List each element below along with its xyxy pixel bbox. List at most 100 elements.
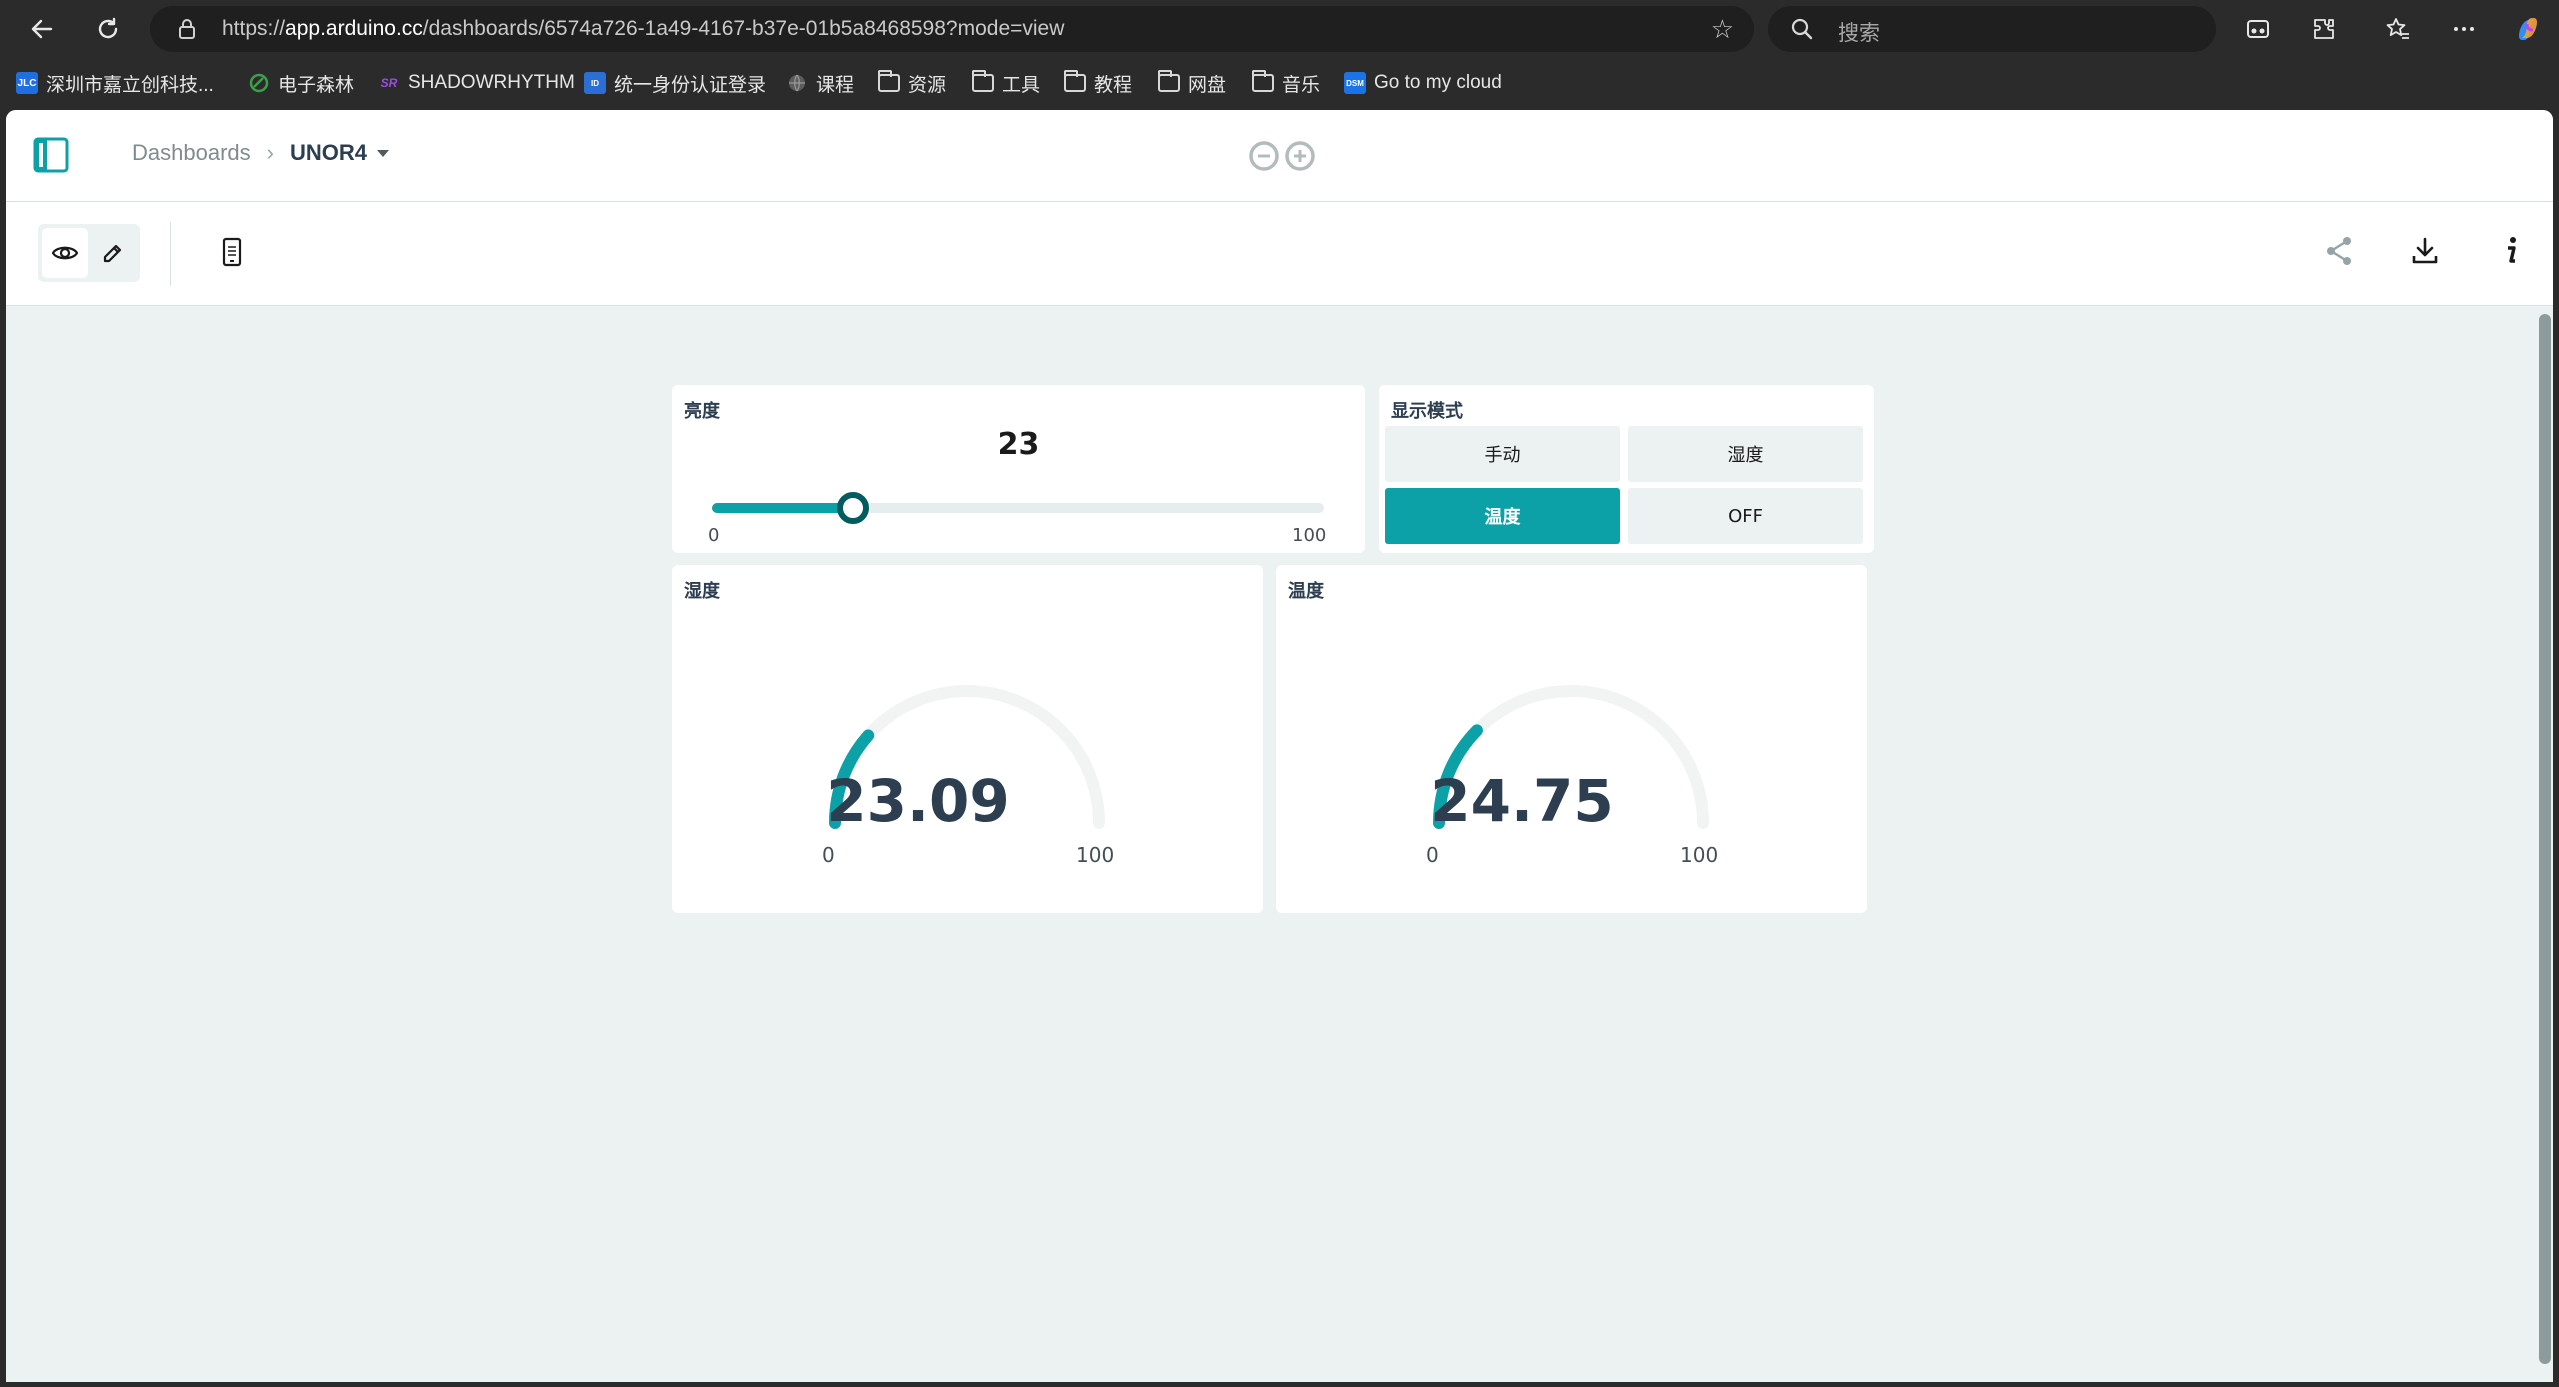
bookmark-label: 音乐	[1282, 74, 1321, 96]
slider-track[interactable]	[712, 492, 1324, 524]
info-button[interactable]	[2490, 230, 2532, 272]
dsm-logo-icon: DSM	[1344, 72, 1366, 94]
share-button[interactable]	[2318, 230, 2360, 272]
jlc-logo-icon: JLC	[16, 72, 38, 94]
bookmark-label: 深圳市嘉立创科技...	[46, 74, 214, 96]
mode-option-off[interactable]: OFF	[1628, 488, 1863, 544]
bookmark-label: 教程	[1094, 74, 1133, 96]
bookmark-folder-music[interactable]: 音乐	[1252, 70, 1320, 96]
slider-min-label: 0	[708, 525, 720, 546]
gauge-value: 23.09	[826, 767, 1010, 835]
arduino-dashboard-app: Dashboards › UNOR4 亮度 23 0 100 显示模式 手动 湿…	[6, 110, 2553, 1382]
widget-title: 亮度	[684, 401, 720, 422]
download-icon	[2412, 237, 2438, 264]
mode-option-humidity[interactable]: 湿度	[1628, 426, 1863, 482]
slider-value: 23	[997, 427, 1040, 462]
display-mode-widget: 显示模式 手动 湿度 温度 OFF	[1379, 385, 1874, 553]
bookmark-course[interactable]: 课程	[786, 70, 854, 96]
more-menu-icon[interactable]	[2444, 9, 2484, 49]
gauge-max-label: 100	[1680, 843, 1719, 867]
browser-toolbar: https://app.arduino.cc/dashboards/6574a7…	[0, 0, 2559, 58]
gauge-min-label: 0	[822, 843, 835, 867]
bookmark-folder-resources[interactable]: 资源	[878, 70, 946, 96]
humidity-gauge-widget: 湿度 23.09 0 100	[672, 565, 1263, 913]
address-bar[interactable]: https://app.arduino.cc/dashboards/6574a7…	[150, 6, 1754, 52]
folder-icon	[972, 70, 994, 92]
slider-fill	[712, 503, 853, 513]
bookmarks-bar: JLC 深圳市嘉立创科技... 电子森林 SR SHADOWRHYTHM ID 统一身…	[0, 58, 2559, 108]
folder-icon	[1158, 70, 1180, 92]
folder-icon	[1252, 70, 1274, 92]
bookmark-folder-tutorials[interactable]: 教程	[1064, 70, 1132, 96]
bookmark-label: 课程	[816, 74, 855, 96]
toolbar-divider	[170, 222, 171, 286]
bookmark-forest[interactable]: 电子森林	[248, 70, 354, 96]
favorite-star-icon[interactable]: ☆	[1711, 15, 1734, 45]
leaf-icon	[248, 72, 270, 94]
chevron-down-icon[interactable]	[376, 149, 389, 157]
gauge-min-label: 0	[1426, 843, 1439, 867]
reading-view-icon[interactable]	[2238, 9, 2278, 49]
bookmark-jlc[interactable]: JLC 深圳市嘉立创科技...	[16, 70, 214, 96]
slider-max-label: 100	[1292, 525, 1327, 546]
bookmark-label: 电子森林	[278, 74, 355, 96]
breadcrumb-separator: ›	[266, 140, 274, 165]
slider-thumb[interactable]	[836, 492, 869, 524]
share-icon	[2327, 237, 2351, 265]
download-button[interactable]	[2404, 230, 2446, 272]
bookmark-label: Go to my cloud	[1374, 72, 1502, 93]
info-icon	[2508, 237, 2516, 263]
view-mode-button[interactable]	[42, 228, 88, 278]
edit-mode-button[interactable]	[90, 228, 136, 278]
browser-search-box[interactable]: 搜索	[1768, 6, 2216, 52]
dashboard-name[interactable]: UNOR4	[290, 140, 367, 166]
gauge-max-label: 100	[1076, 843, 1115, 867]
bookmark-folder-tools[interactable]: 工具	[972, 70, 1040, 96]
bookmark-label: 网盘	[1188, 74, 1227, 96]
url-path: /dashboards/6574a726-1a49-4167-b37e-01b5…	[422, 17, 1065, 40]
search-placeholder: 搜索	[1838, 21, 1880, 45]
eye-icon	[51, 246, 79, 260]
bookmark-label: 工具	[1002, 74, 1041, 96]
bookmark-label: SHADOWRHYTHM	[408, 72, 575, 93]
brightness-slider-widget: 亮度 23 0 100	[672, 385, 1365, 553]
sr-logo-icon: SR	[380, 76, 398, 90]
bookmark-unified-login[interactable]: ID 统一身份认证登录	[584, 70, 766, 96]
gauge-arc	[829, 685, 1105, 829]
url-prefix: https://	[222, 17, 286, 40]
lock-icon[interactable]	[176, 18, 198, 40]
widget-title: 显示模式	[1391, 401, 1463, 422]
folder-icon	[878, 70, 900, 92]
bookmark-my-cloud[interactable]: DSM Go to my cloud	[1344, 70, 1502, 96]
back-icon[interactable]	[22, 9, 62, 49]
breadcrumb: Dashboards › UNOR4	[132, 140, 389, 166]
sidebar-toggle-icon[interactable]	[32, 136, 70, 174]
copilot-icon[interactable]	[2508, 9, 2548, 49]
refresh-icon[interactable]	[88, 9, 128, 49]
search-icon	[1791, 18, 1813, 40]
arduino-logo-icon[interactable]	[1246, 138, 1318, 174]
url-text[interactable]: https://app.arduino.cc/dashboards/6574a7…	[222, 17, 1064, 41]
extensions-icon[interactable]	[2304, 9, 2344, 49]
globe-icon	[786, 72, 808, 94]
bookmark-folder-cloud-drive[interactable]: 网盘	[1158, 70, 1226, 96]
app-header: Dashboards › UNOR4	[6, 110, 2553, 202]
mobile-layout-button[interactable]	[212, 232, 252, 272]
mode-option-temperature[interactable]: 温度	[1385, 488, 1620, 544]
temperature-gauge-widget: 温度 24.75 0 100	[1276, 565, 1867, 913]
favorites-icon[interactable]	[2378, 9, 2418, 49]
bookmark-shadowrhythm[interactable]: SR SHADOWRHYTHM	[378, 70, 575, 96]
folder-icon	[1064, 70, 1086, 92]
gauge-arc	[1433, 685, 1709, 829]
bookmark-label: 统一身份认证登录	[614, 74, 767, 96]
mode-option-manual[interactable]: 手动	[1385, 426, 1620, 482]
breadcrumb-dashboards-link[interactable]: Dashboards	[132, 140, 251, 166]
dashboard-toolbar	[6, 202, 2553, 306]
page-scrollbar[interactable]	[2539, 314, 2551, 1364]
gauge-value: 24.75	[1430, 767, 1614, 835]
id-card-icon: ID	[584, 72, 606, 94]
pencil-icon	[103, 244, 122, 263]
mode-toggle-group	[38, 224, 140, 282]
bookmark-label: 资源	[908, 74, 947, 96]
mobile-phone-icon	[222, 237, 242, 267]
